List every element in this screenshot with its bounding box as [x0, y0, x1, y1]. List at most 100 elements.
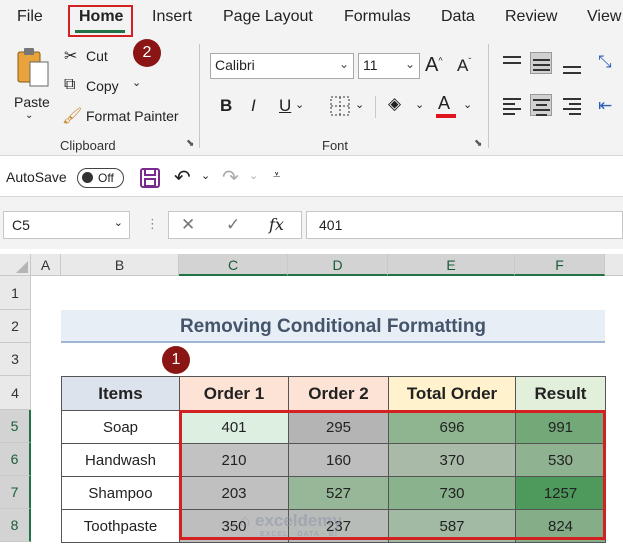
format-painter-button[interactable]: 🖌 Format Painter	[62, 106, 192, 128]
chevron-down-icon[interactable]: ⌄	[25, 110, 33, 121]
tab-page-layout[interactable]: Page Layout	[223, 8, 313, 26]
header-cell-order-1[interactable]: Order 1	[179, 376, 289, 411]
chevron-down-icon[interactable]: ⌄	[415, 98, 424, 111]
tab-data[interactable]: Data	[441, 8, 475, 26]
table-header-row: Items Order 1 Order 2 Total Order Result	[61, 376, 606, 411]
column-header-overflow	[605, 254, 623, 276]
worksheet-grid: A B C D E F 1 2 3 4 5 6 7 8 Removing Con…	[0, 254, 623, 557]
column-header-a[interactable]: A	[31, 254, 61, 276]
redo-icon[interactable]: ↷	[222, 165, 239, 190]
column-header-b[interactable]: B	[61, 254, 179, 276]
tab-file[interactable]: File	[17, 8, 43, 26]
paste-label: Paste	[14, 94, 50, 110]
table-cell[interactable]: Soap	[61, 410, 180, 444]
more-options-icon[interactable]: ⋮	[146, 216, 159, 232]
autosave-toggle[interactable]: Off	[77, 168, 124, 188]
group-separator	[199, 44, 200, 148]
formula-bar-area: C5 ⌄ ⋮ ✕ ✓ fx 401	[0, 197, 623, 249]
formula-value: 401	[319, 217, 343, 233]
row-header-7[interactable]: 7	[0, 476, 31, 509]
formula-input[interactable]: 401	[306, 211, 623, 239]
orientation-icon[interactable]: ⤡	[598, 52, 612, 72]
save-icon[interactable]	[140, 168, 160, 188]
chevron-down-icon[interactable]: ⌄	[132, 76, 141, 89]
fill-color-icon[interactable]: ◈	[388, 94, 401, 114]
column-header-f[interactable]: F	[515, 254, 605, 276]
toggle-knob	[82, 172, 93, 183]
copy-button[interactable]: ⧉ Copy ⌄	[62, 76, 152, 98]
column-header-e[interactable]: E	[388, 254, 515, 276]
row-header-2[interactable]: 2	[0, 310, 31, 343]
copy-label: Copy	[86, 78, 119, 94]
paste-button[interactable]: Paste ⌄	[10, 44, 54, 124]
header-cell-items[interactable]: Items	[61, 376, 180, 411]
header-cell-total-order[interactable]: Total Order	[388, 376, 516, 411]
align-right-icon[interactable]	[561, 94, 583, 116]
customize-qat-icon[interactable]: ⩡	[273, 167, 280, 183]
insert-function-icon[interactable]: fx	[269, 215, 284, 234]
sheet-title[interactable]: Removing Conditional Formatting	[61, 310, 605, 343]
table-cell[interactable]: Toothpaste	[61, 509, 180, 543]
decrease-indent-icon[interactable]: ⇤	[598, 96, 612, 116]
cancel-icon[interactable]: ✕	[181, 215, 195, 235]
ribbon: Paste ⌄ ✂ Cut ⧉ Copy ⌄ 🖌 Format Painter …	[0, 38, 623, 156]
tab-insert[interactable]: Insert	[152, 8, 192, 26]
step-badge-2: 2	[133, 39, 161, 67]
italic-button[interactable]: I	[251, 96, 256, 116]
top-align-icon[interactable]	[501, 52, 523, 74]
select-all-corner[interactable]	[0, 254, 31, 276]
chevron-down-icon[interactable]: ⌄	[249, 169, 258, 182]
increase-font-icon[interactable]: A^	[425, 54, 443, 77]
decrease-font-icon[interactable]: Aˇ	[457, 56, 471, 76]
dialog-launcher-icon[interactable]: ⬊	[186, 138, 194, 149]
align-center-icon[interactable]	[530, 94, 552, 116]
watermark: ⌂ exceldemy EXCEL · DATA · BI	[240, 511, 342, 538]
watermark-text: exceldemy	[255, 511, 342, 530]
tab-review[interactable]: Review	[505, 8, 557, 26]
watermark-subtext: EXCEL · DATA · BI	[260, 531, 338, 538]
chevron-down-icon: ⌄	[338, 57, 349, 71]
button-separator	[375, 96, 376, 118]
clipboard-group-label: Clipboard	[60, 138, 116, 153]
header-cell-order-2[interactable]: Order 2	[288, 376, 389, 411]
underline-button[interactable]: U	[279, 96, 291, 116]
row-header-5[interactable]: 5	[0, 410, 31, 443]
font-color-icon[interactable]: A	[438, 93, 450, 114]
middle-align-icon[interactable]	[530, 52, 552, 74]
table-cell[interactable]: Handwash	[61, 443, 180, 477]
chevron-down-icon[interactable]: ⌄	[295, 98, 304, 111]
bold-button[interactable]: B	[220, 96, 232, 116]
header-cell-result[interactable]: Result	[515, 376, 606, 411]
borders-icon[interactable]	[330, 96, 350, 116]
row-header-3[interactable]: 3	[0, 343, 31, 376]
group-separator	[488, 44, 489, 148]
column-header-d[interactable]: D	[288, 254, 388, 276]
table-cell[interactable]: Shampoo	[61, 476, 180, 510]
watermark-logo-icon: ⌂	[240, 511, 255, 530]
font-name-combo[interactable]: Calibri ⌄	[210, 53, 354, 79]
menu-bar: File Home Insert Page Layout Formulas Da…	[0, 0, 623, 38]
row-header-4[interactable]: 4	[0, 376, 31, 410]
chevron-down-icon[interactable]: ⌄	[355, 98, 364, 111]
undo-icon[interactable]: ↶	[174, 165, 191, 190]
row-header-8[interactable]: 8	[0, 509, 31, 542]
row-header-1[interactable]: 1	[0, 276, 31, 310]
font-group-label: Font	[322, 138, 349, 153]
column-header-c[interactable]: C	[179, 254, 288, 276]
cut-button[interactable]: ✂ Cut	[62, 46, 122, 68]
name-box[interactable]: C5 ⌄	[3, 211, 130, 239]
step-badge-1: 1	[162, 346, 190, 374]
bottom-align-icon[interactable]	[561, 56, 583, 78]
chevron-down-icon[interactable]: ⌄	[463, 98, 472, 111]
paintbrush-icon: 🖌	[62, 108, 83, 125]
align-left-icon[interactable]	[501, 94, 523, 116]
enter-icon[interactable]: ✓	[226, 215, 240, 235]
row-header-6[interactable]: 6	[0, 443, 31, 476]
chevron-down-icon[interactable]: ⌄	[201, 169, 210, 182]
font-name-value: Calibri	[215, 57, 255, 73]
dialog-launcher-icon[interactable]: ⬊	[474, 138, 482, 149]
font-color-bar	[436, 114, 456, 118]
tab-formulas[interactable]: Formulas	[344, 8, 411, 26]
font-size-combo[interactable]: 11 ⌄	[358, 53, 420, 79]
tab-view[interactable]: View	[587, 8, 621, 26]
